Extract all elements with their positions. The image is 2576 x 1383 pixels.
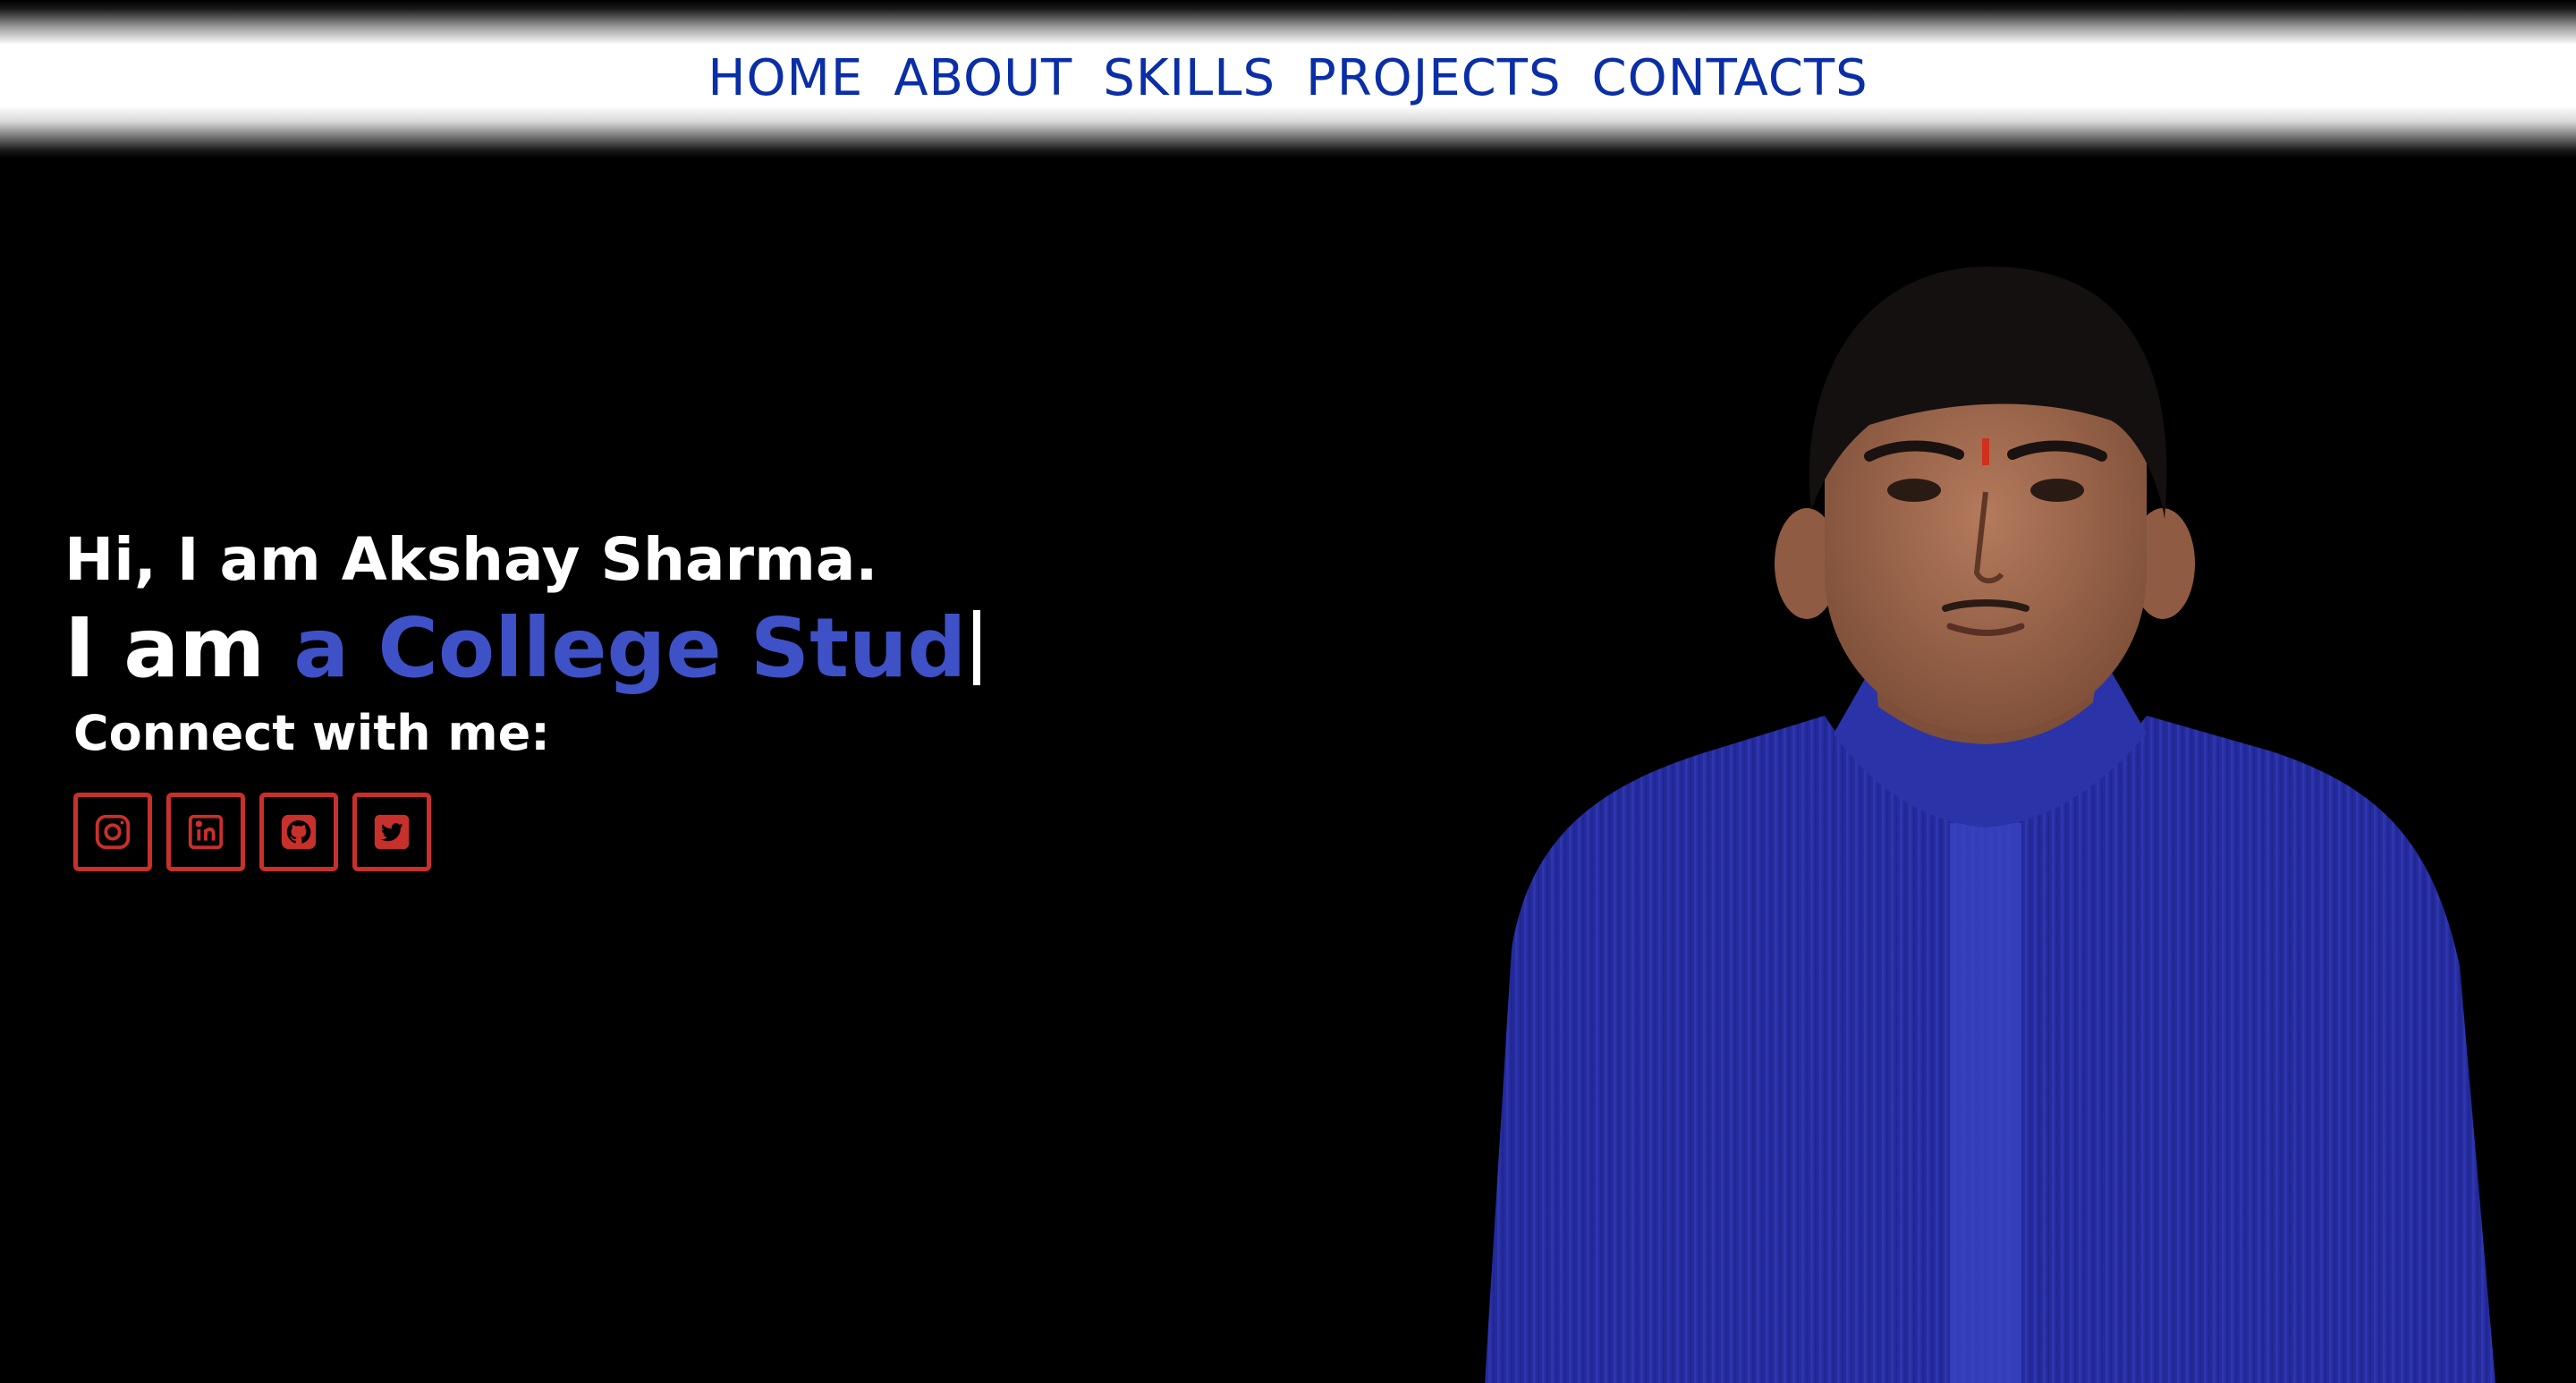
github-button[interactable] [259, 793, 338, 871]
nav-about-link[interactable]: ABOUT [894, 47, 1072, 111]
shirt-placket [1950, 823, 2021, 1383]
nav-projects-link[interactable]: PROJECTS [1306, 47, 1562, 111]
tilak-mark [1982, 438, 1989, 465]
role-heading: I am a College Stud [64, 599, 1317, 698]
top-navbar: HOME ABOUT SKILLS PROJECTS CONTACTS [0, 0, 2576, 157]
page: HOME ABOUT SKILLS PROJECTS CONTACTS Hi, … [0, 0, 2576, 1383]
nav-links: HOME ABOUT SKILLS PROJECTS CONTACTS [0, 47, 2576, 111]
profile-photo [1485, 266, 2496, 1383]
github-icon [281, 814, 317, 850]
role-prefix: I am [64, 600, 294, 696]
role-typed-text: a College Stud [293, 600, 967, 696]
twitter-icon [374, 814, 410, 850]
instagram-icon [95, 814, 131, 850]
instagram-button[interactable] [73, 793, 152, 871]
nav-skills-link[interactable]: SKILLS [1103, 47, 1275, 111]
nav-contacts-link[interactable]: CONTACTS [1592, 47, 1868, 111]
right-eye [2030, 479, 2084, 502]
nav-home-link[interactable]: HOME [708, 47, 863, 111]
social-links [73, 793, 1317, 871]
typing-cursor [973, 610, 981, 685]
twitter-button[interactable] [352, 793, 431, 871]
greeting-heading: Hi, I am Akshay Sharma. [64, 525, 878, 594]
left-eye [1887, 479, 1941, 502]
hero-section: Hi, I am Akshay Sharma. I am a College S… [64, 524, 1317, 871]
linkedin-button[interactable] [166, 793, 245, 871]
connect-label: Connect with me: [73, 705, 550, 761]
linkedin-icon [188, 814, 224, 850]
